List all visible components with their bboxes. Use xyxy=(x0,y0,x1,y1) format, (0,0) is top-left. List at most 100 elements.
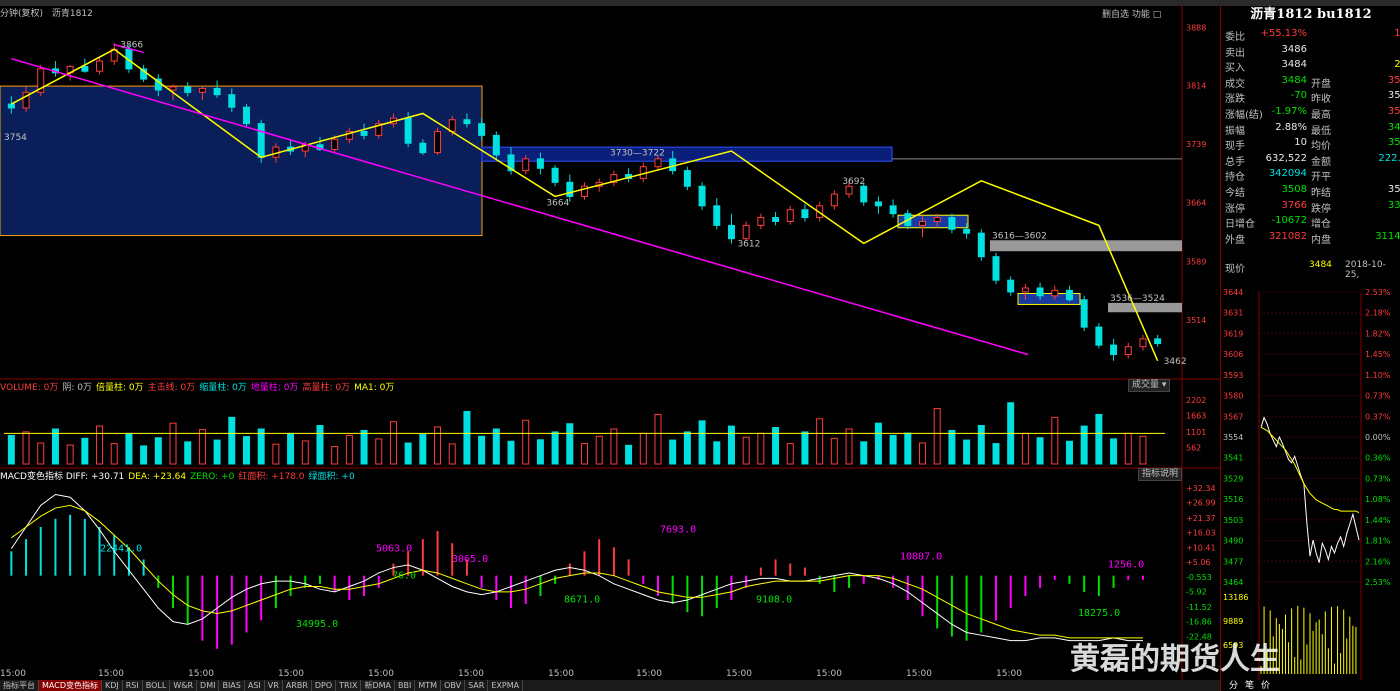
candle-body xyxy=(713,205,721,226)
quote-panel: 沥青1812 bu1812 委比+55.13%14卖出34865买入348420… xyxy=(1220,6,1400,691)
tab-5[interactable]: W&R xyxy=(170,680,198,691)
volume-bar xyxy=(757,432,765,465)
zone-box-4 xyxy=(990,240,1182,252)
time-axis-label: 15:00 xyxy=(458,669,484,679)
volume-bar xyxy=(1139,435,1147,465)
toggle-button[interactable]: □ xyxy=(1153,10,1162,20)
candle-body xyxy=(889,205,897,215)
price-tick-label: 3814 xyxy=(1186,81,1206,90)
candle-body xyxy=(727,224,735,240)
tab-1[interactable]: MACD变色指标 xyxy=(39,680,102,691)
macd-area-label: 76.0 xyxy=(392,570,416,581)
time-axis-label: 15:00 xyxy=(98,669,124,679)
candle-body xyxy=(992,256,1000,281)
volume-bar xyxy=(198,429,206,465)
volume-bar xyxy=(331,446,339,465)
volume-legend-item-2: 倍量柱: 0万 xyxy=(95,383,144,393)
candle-body xyxy=(81,66,89,72)
tab-11[interactable]: DPO xyxy=(312,680,337,691)
tab-0[interactable]: 指标平台 xyxy=(0,680,39,691)
time-axis-label: 15:00 xyxy=(996,669,1022,679)
quote-k: 成交 xyxy=(1225,78,1245,90)
quote-k2: 开平 xyxy=(1311,172,1331,184)
tab-12[interactable]: TRIX xyxy=(336,680,362,691)
candle-body xyxy=(360,130,368,136)
volume-bar xyxy=(434,426,442,465)
candle-body xyxy=(860,185,868,203)
quote-k: 涨幅(结) xyxy=(1225,110,1263,121)
candle-body xyxy=(478,123,486,136)
quote-v: 3486 xyxy=(1281,43,1307,55)
volume-bar xyxy=(184,441,192,465)
tab-15[interactable]: MTM xyxy=(415,680,442,691)
intraday-price-tick: 3606 xyxy=(1223,350,1243,359)
futures-chart-window: { "header":{"period":"分钟(复权)","symbol":"… xyxy=(0,0,1400,691)
function-button[interactable]: 功能 xyxy=(1132,10,1150,20)
intraday-tab: 价 xyxy=(1261,680,1270,691)
price-annotation: 3754 xyxy=(4,133,27,143)
quote-row: 外盘 321082 内盘 31144 xyxy=(1221,231,1400,246)
candle-body xyxy=(742,224,750,240)
quote-k: 总手 xyxy=(1225,156,1245,168)
tab-14[interactable]: BBI xyxy=(395,680,416,691)
quote-k2: 增仓 xyxy=(1311,219,1331,231)
volume-bar xyxy=(595,435,603,465)
chart-canvas[interactable]: 3754 3866 3664 3730—3722 3692 3612 3616—3602 35… xyxy=(0,6,1220,680)
volume-bar xyxy=(110,443,118,465)
volume-bar xyxy=(272,443,280,465)
time-axis-label: 15:00 xyxy=(0,669,26,679)
macd-area-label: 9108.0 xyxy=(756,595,792,606)
quote-v2: 20 xyxy=(1394,59,1400,71)
tab-8[interactable]: ASI xyxy=(245,680,265,691)
tab-16[interactable]: OBV xyxy=(441,680,466,691)
candle-body xyxy=(948,217,956,230)
candle-body xyxy=(522,158,530,172)
tab-6[interactable]: DMI xyxy=(197,680,220,691)
candle-body xyxy=(1124,346,1132,356)
volume-bar xyxy=(992,443,1000,465)
tab-17[interactable]: SAR xyxy=(465,680,489,691)
volume-bar xyxy=(1095,413,1103,465)
tab-10[interactable]: ARBR xyxy=(283,680,312,691)
volume-legend-item-0: VOLUME: 0万 xyxy=(0,383,59,393)
candle-body xyxy=(536,158,544,169)
candle-body xyxy=(1154,338,1162,345)
intraday-pct-tick: 0.37% xyxy=(1365,412,1391,421)
volume-legend-item-1: 阴: 0万 xyxy=(62,383,92,393)
indicator-help-button[interactable]: 指标说明 xyxy=(1138,468,1183,481)
volume-bar xyxy=(478,435,486,465)
volume-bar xyxy=(169,422,177,465)
candle-body xyxy=(669,158,677,172)
tab-13[interactable]: 新DMA xyxy=(361,680,396,691)
intraday-chart[interactable]: 3644 2.53% 3631 2.18% 3619 1.82% 3606 1.45% 3593… xyxy=(1221,282,1400,691)
quote-row: 现手 10 均价 350 xyxy=(1221,137,1400,152)
tab-18[interactable]: EXPMA xyxy=(488,680,524,691)
quote-v: 10 xyxy=(1294,137,1307,149)
time-axis-label: 15:00 xyxy=(816,669,842,679)
intraday-pct-tick: 1.10% xyxy=(1365,371,1391,380)
tab-4[interactable]: BOLL xyxy=(143,680,171,691)
quote-v: 3766 xyxy=(1281,199,1307,211)
tab-2[interactable]: KDJ xyxy=(102,680,123,691)
restore-button[interactable]: 删自选 xyxy=(1102,10,1129,20)
macd-area-label: 1256.0 xyxy=(1108,560,1144,571)
intraday-pct-tick: 1.82% xyxy=(1365,329,1391,338)
candle-body xyxy=(198,87,206,93)
quote-row: 总手 632,522 金额 222.0 xyxy=(1221,153,1400,168)
quote-v2: 14 xyxy=(1394,28,1400,39)
quote-v: 3508 xyxy=(1281,184,1307,195)
volume-bar xyxy=(37,442,45,465)
watermark-text: 黄磊的期货人生 xyxy=(1070,642,1280,677)
volume-bar xyxy=(933,408,941,465)
volume-bar xyxy=(1080,425,1088,465)
volume-indicator-button[interactable]: 成交量 ▾ xyxy=(1128,379,1171,392)
tab-7[interactable]: BIAS xyxy=(219,680,245,691)
macd-legend-item-3: 红面积: +178.0 xyxy=(238,472,305,482)
volume-bar xyxy=(551,431,559,465)
tab-3[interactable]: RSI xyxy=(123,680,143,691)
volume-bar xyxy=(977,425,985,465)
quote-k: 今结 xyxy=(1225,188,1245,199)
macd-tick-label: +10.41 xyxy=(1186,544,1216,553)
intraday-pct-tick: 2.53% xyxy=(1365,578,1391,587)
tab-9[interactable]: VR xyxy=(265,680,283,691)
